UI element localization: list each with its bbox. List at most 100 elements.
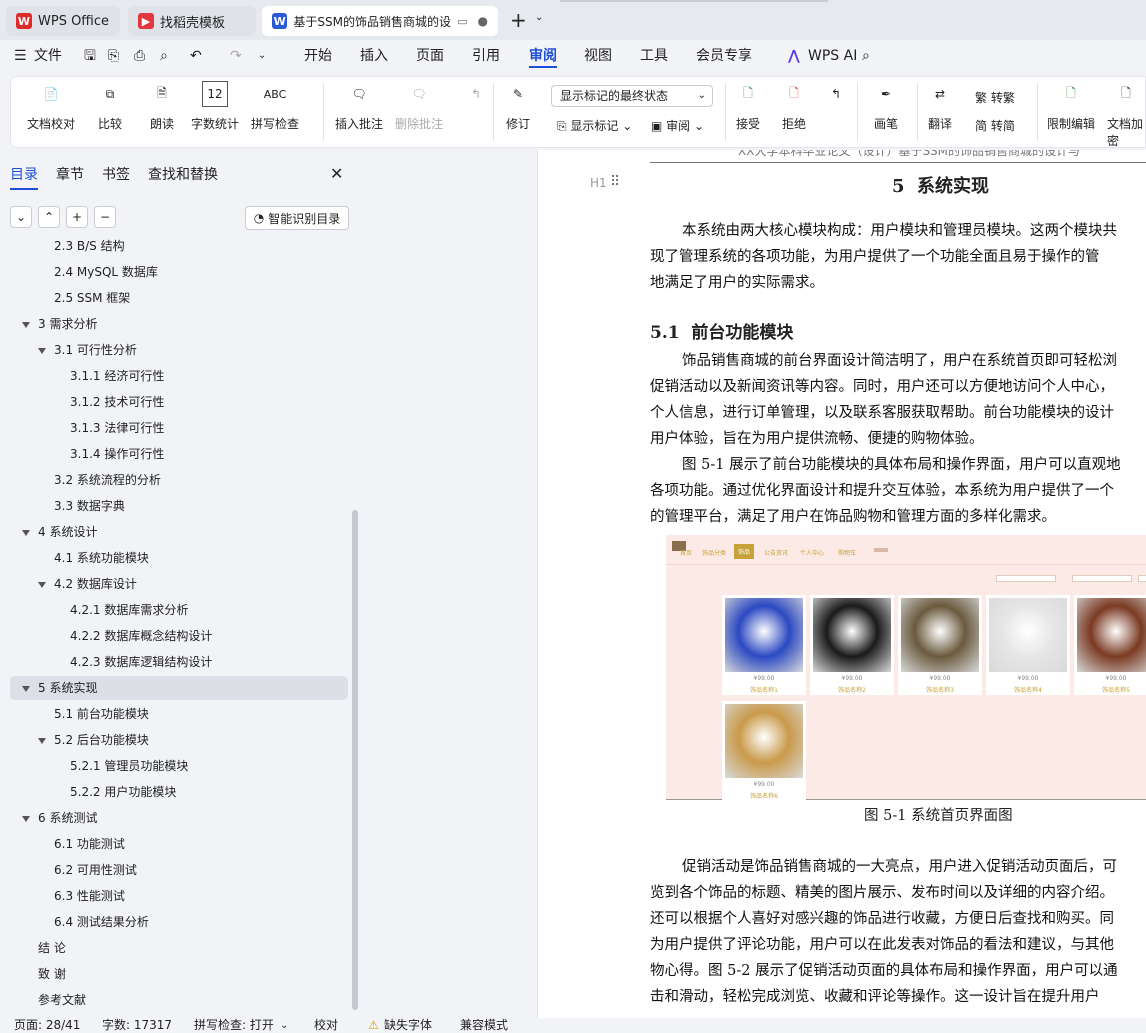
- page-indicator[interactable]: 页面: 28/41: [14, 1018, 80, 1033]
- toc-item[interactable]: 6.1 功能测试: [54, 832, 125, 856]
- expand-arrow-icon[interactable]: [22, 321, 30, 328]
- read-aloud-button[interactable]: 🗎 朗读: [149, 81, 175, 132]
- figure-homepage-screenshot[interactable]: 首页 饰品分类 饰品 公告资讯 个人中心 购物车 ¥99.00 饰品名称1 ¥99.…: [666, 535, 1146, 801]
- menu-item-view[interactable]: 视图: [584, 46, 612, 68]
- toc-item[interactable]: 3.1.1 经济可行性: [70, 364, 164, 388]
- undo-icon[interactable]: ↶: [190, 46, 202, 68]
- toc-item[interactable]: 4.2.2 数据库概念结构设计: [70, 624, 212, 648]
- toc-item[interactable]: 5 系统实现: [22, 676, 97, 700]
- expand-arrow-icon[interactable]: [22, 529, 30, 536]
- toc-item[interactable]: 6 系统测试: [22, 806, 97, 830]
- menu-item-tools[interactable]: 工具: [640, 46, 668, 68]
- toc-item[interactable]: 6.2 可用性测试: [54, 858, 137, 882]
- toc-item[interactable]: 3.3 数据字典: [54, 494, 125, 518]
- new-tab-button[interactable]: +: [510, 8, 527, 32]
- menu-item-insert[interactable]: 插入: [360, 46, 388, 68]
- expand-arrow-icon[interactable]: [22, 685, 30, 692]
- toc-item[interactable]: 4.2.3 数据库逻辑结构设计: [70, 650, 212, 674]
- add-heading-button[interactable]: +: [66, 206, 88, 228]
- tab-bookmarks[interactable]: 书签: [102, 164, 130, 190]
- tab-list-chevron-icon[interactable]: ⌄: [535, 12, 543, 23]
- toc-item[interactable]: 6.3 性能测试: [54, 884, 125, 908]
- toc-item[interactable]: 2.5 SSM 框架: [54, 286, 130, 310]
- expand-arrow-icon[interactable]: [38, 737, 46, 744]
- toc-item[interactable]: 4.2 数据库设计: [38, 572, 137, 596]
- tab-find-replace[interactable]: 查找和替换: [148, 164, 218, 190]
- translate-button[interactable]: ⇄ 翻译: [927, 81, 953, 132]
- toc-item[interactable]: 5.2.2 用户功能模块: [70, 780, 176, 804]
- display-mode-select[interactable]: 显示标记的最终状态 ⌄: [551, 85, 713, 107]
- menu-item-wps-ai[interactable]: WPS AI: [808, 46, 857, 68]
- spell-check-indicator[interactable]: 拼写检查: 打开: [194, 1018, 274, 1033]
- save-icon[interactable]: 🖫: [84, 46, 96, 68]
- compare-button[interactable]: ⧉ 比较: [97, 81, 123, 132]
- accept-button[interactable]: 🗋 接受: [735, 81, 761, 132]
- spell-check-button[interactable]: ABC 拼写检查: [251, 81, 299, 132]
- doc-check-button[interactable]: 📄 文档校对: [27, 81, 75, 132]
- redo-icon[interactable]: ↷: [230, 46, 242, 68]
- menu-item-page[interactable]: 页面: [416, 46, 444, 68]
- to-simplified-button[interactable]: 简 转简: [975, 117, 1015, 134]
- expand-arrow-icon[interactable]: [38, 347, 46, 354]
- toc-item[interactable]: 3.1 可行性分析: [38, 338, 137, 362]
- menu-item-review[interactable]: 审阅: [529, 46, 557, 68]
- prev-comment-button[interactable]: ↰: [463, 81, 489, 115]
- tab-dot-icon[interactable]: ●: [478, 14, 488, 28]
- tab-monitor-icon[interactable]: ▭: [457, 15, 467, 28]
- toc-item[interactable]: 3.1.4 操作可行性: [70, 442, 164, 466]
- encrypt-button[interactable]: 🗋 文档加密: [1107, 81, 1145, 149]
- heading-level-marker[interactable]: H1: [590, 176, 607, 190]
- toc-scrollbar[interactable]: [352, 510, 358, 1010]
- toc-item[interactable]: 4 系统设计: [22, 520, 97, 544]
- print-preview-icon[interactable]: ⌕: [160, 46, 168, 68]
- expand-arrow-icon[interactable]: [38, 581, 46, 588]
- toc-item[interactable]: 3.1.3 法律可行性: [70, 416, 164, 440]
- pen-button[interactable]: ✒ 画笔: [873, 81, 899, 132]
- word-count-indicator[interactable]: 字数: 17317: [102, 1018, 172, 1033]
- remove-heading-button[interactable]: −: [94, 206, 116, 228]
- menu-file[interactable]: 文件: [34, 46, 62, 68]
- word-count-button[interactable]: 12 字数统计: [191, 81, 239, 132]
- delete-comment-button[interactable]: 🗨 删除批注: [395, 81, 443, 132]
- prev-change-button[interactable]: ↰: [823, 81, 849, 115]
- hamburger-icon[interactable]: ☰: [14, 46, 27, 68]
- toc-item[interactable]: 5.2 后台功能模块: [38, 728, 149, 752]
- proofread-indicator[interactable]: 校对: [314, 1018, 338, 1033]
- toc-item[interactable]: 致 谢: [38, 962, 66, 986]
- track-changes-button[interactable]: ✎ 修订: [505, 81, 531, 132]
- expand-down-button[interactable]: ⌄: [10, 206, 32, 228]
- print-icon[interactable]: ⎙: [134, 46, 145, 68]
- review-pane-button[interactable]: ▣ 审阅 ⌄: [651, 117, 704, 134]
- toc-item[interactable]: 2.3 B/S 结构: [54, 236, 125, 258]
- toc-item[interactable]: 3 需求分析: [22, 312, 97, 336]
- collapse-up-button[interactable]: ⌃: [38, 206, 60, 228]
- toc-item[interactable]: 3.2 系统流程的分析: [54, 468, 161, 492]
- tab-docer[interactable]: ▶ 找稻壳模板: [128, 6, 256, 36]
- menu-item-member[interactable]: 会员专享: [696, 46, 752, 68]
- search-icon[interactable]: ⌕: [862, 46, 870, 68]
- toc-item[interactable]: 结 论: [38, 936, 66, 960]
- toc-item[interactable]: 5.1 前台功能模块: [54, 702, 149, 726]
- show-markup-button[interactable]: ⎘ 显示标记 ⌄: [557, 117, 632, 134]
- tab-toc[interactable]: 目录: [10, 164, 38, 190]
- menu-item-reference[interactable]: 引用: [472, 46, 500, 68]
- to-traditional-button[interactable]: 繁 转繁: [975, 89, 1015, 106]
- expand-arrow-icon[interactable]: [22, 815, 30, 822]
- toc-item[interactable]: 参考文献: [38, 988, 86, 1012]
- chevron-down-icon[interactable]: ⌄: [280, 1018, 288, 1033]
- toc-item[interactable]: 2.4 MySQL 数据库: [54, 260, 158, 284]
- reject-button[interactable]: 🗋 拒绝: [781, 81, 807, 132]
- toc-item[interactable]: 6.4 测试结果分析: [54, 910, 149, 934]
- ai-toc-button[interactable]: ◔ 智能识别目录: [245, 206, 349, 230]
- drag-handle-icon[interactable]: ⠿: [610, 174, 620, 190]
- missing-font-indicator[interactable]: 缺失字体: [384, 1018, 432, 1033]
- close-icon[interactable]: ✕: [330, 164, 343, 183]
- tab-wps-office[interactable]: W WPS Office: [6, 6, 120, 36]
- menu-item-home[interactable]: 开始: [304, 46, 332, 68]
- insert-comment-button[interactable]: 🗨 插入批注: [335, 81, 383, 132]
- tab-document[interactable]: W 基于SSM的饰品销售商城的设 ▭ ●: [262, 6, 498, 36]
- restrict-editing-button[interactable]: 🗋 限制编辑: [1047, 81, 1095, 132]
- tab-chapters[interactable]: 章节: [56, 164, 84, 190]
- share-icon[interactable]: ⎘: [108, 46, 119, 68]
- toc-item[interactable]: 4.2.1 数据库需求分析: [70, 598, 188, 622]
